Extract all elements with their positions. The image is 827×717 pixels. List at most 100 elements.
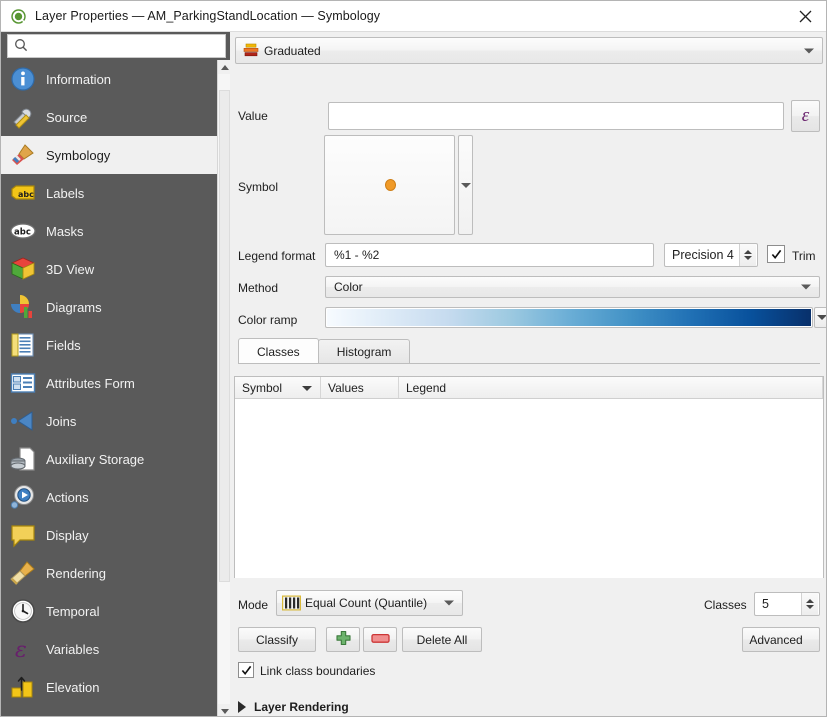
layer-rendering-label: Layer Rendering bbox=[254, 700, 349, 714]
sidebar-item-attributes-form[interactable]: Attributes Form bbox=[1, 364, 217, 402]
symbology-panel: Graduated Value ε Symbol Legend format %… bbox=[230, 32, 826, 716]
column-header-legend[interactable]: Legend bbox=[399, 377, 823, 398]
mode-combo[interactable]: Equal Count (Quantile) bbox=[276, 590, 463, 616]
delete-class-button[interactable] bbox=[363, 627, 397, 652]
sidebar-item-label: Variables bbox=[46, 641, 100, 657]
close-button[interactable] bbox=[782, 1, 826, 32]
advanced-button[interactable]: Advanced bbox=[742, 627, 820, 652]
tabbar-divider bbox=[238, 363, 820, 364]
add-class-button[interactable] bbox=[326, 627, 360, 652]
classes-count-label: Classes bbox=[704, 598, 747, 612]
sidebar-item-masks[interactable]: abc Masks bbox=[1, 212, 217, 250]
epsilon-icon: ε bbox=[801, 105, 810, 126]
precision-value: Precision 4 bbox=[672, 248, 734, 262]
sidebar-item-elevation[interactable]: Elevation bbox=[1, 668, 217, 706]
color-ramp-preview[interactable] bbox=[325, 307, 813, 328]
sidebar-item-diagrams[interactable]: Diagrams bbox=[1, 288, 217, 326]
column-header-symbol[interactable]: Symbol bbox=[235, 377, 321, 398]
plus-icon bbox=[335, 630, 352, 650]
sidebar-item-symbology[interactable]: Symbology bbox=[1, 136, 217, 174]
sidebar-item-3d-view[interactable]: 3D View bbox=[1, 250, 217, 288]
sidebar-item-actions[interactable]: Actions bbox=[1, 478, 217, 516]
sidebar-item-information[interactable]: Information bbox=[1, 60, 217, 98]
sidebar-item-variables[interactable]: ε Variables bbox=[1, 630, 217, 668]
masks-icon: abc bbox=[10, 218, 36, 244]
delete-all-button[interactable]: Delete All bbox=[402, 627, 482, 652]
sort-descending-icon bbox=[302, 385, 312, 391]
method-combo[interactable]: Color bbox=[325, 276, 820, 298]
classes-table-header: Symbol Values Legend bbox=[235, 377, 823, 399]
column-header-label: Symbol bbox=[242, 380, 283, 395]
classes-count-stepper[interactable] bbox=[801, 593, 818, 615]
sidebar-item-label: Labels bbox=[46, 185, 85, 201]
sidebar-item-rendering[interactable]: Rendering bbox=[1, 554, 217, 592]
variables-icon: ε bbox=[10, 636, 36, 662]
column-header-values[interactable]: Values bbox=[321, 377, 399, 398]
sidebar-item-temporal[interactable]: Temporal bbox=[1, 592, 217, 630]
sidebar-item-display[interactable]: Display bbox=[1, 516, 217, 554]
precision-spinbox[interactable]: Precision 4 bbox=[664, 243, 758, 267]
classify-button[interactable]: Classify bbox=[238, 627, 316, 652]
sidebar-item-auxiliary-storage[interactable]: Auxiliary Storage bbox=[1, 440, 217, 478]
renderer-type-combo[interactable]: Graduated bbox=[235, 37, 823, 64]
stepper-up-icon bbox=[744, 250, 752, 254]
svg-text:abc: abc bbox=[14, 228, 31, 238]
minus-icon bbox=[370, 633, 390, 647]
labels-icon: abc bbox=[10, 180, 36, 206]
display-icon bbox=[10, 522, 36, 548]
3d-view-icon bbox=[10, 256, 36, 282]
sidebar-item-label: Symbology bbox=[46, 147, 111, 163]
sidebar-item-label: Source bbox=[46, 109, 88, 125]
trim-checkbox[interactable] bbox=[767, 245, 785, 263]
sidebar-item-source[interactable]: Source bbox=[1, 98, 217, 136]
tab-classes[interactable]: Classes bbox=[238, 338, 319, 364]
classes-count-spinbox[interactable]: 5 bbox=[754, 592, 820, 616]
sidebar-item-labels[interactable]: abc Labels bbox=[1, 174, 217, 212]
symbol-dropdown-button[interactable] bbox=[458, 135, 473, 235]
sidebar-item-label: Rendering bbox=[46, 565, 106, 581]
title-bar: Layer Properties — AM_ParkingStandLocati… bbox=[1, 1, 826, 32]
link-class-boundaries-label: Link class boundaries bbox=[260, 664, 376, 678]
color-ramp-label: Color ramp bbox=[238, 313, 298, 327]
marker-symbol-icon bbox=[384, 179, 396, 191]
graduated-renderer-icon bbox=[242, 42, 260, 60]
legend-format-label: Legend format bbox=[238, 249, 316, 263]
precision-stepper[interactable] bbox=[739, 244, 756, 266]
symbol-preview[interactable] bbox=[324, 135, 455, 235]
sidebar-item-label: Temporal bbox=[46, 603, 100, 619]
layer-rendering-section[interactable]: Layer Rendering bbox=[238, 700, 349, 714]
color-ramp-dropdown-button[interactable] bbox=[814, 307, 826, 328]
tab-histogram[interactable]: Histogram bbox=[317, 339, 411, 364]
chevron-down-icon bbox=[444, 600, 454, 606]
symbology-tabbar: Classes Histogram bbox=[238, 338, 820, 364]
link-class-boundaries-checkbox[interactable] bbox=[238, 662, 254, 678]
sidebar-item-fields[interactable]: Fields bbox=[1, 326, 217, 364]
value-field-combo[interactable] bbox=[328, 102, 784, 130]
sidebar-item-label: Elevation bbox=[46, 679, 100, 695]
search-box[interactable] bbox=[7, 34, 226, 58]
classes-table[interactable]: Symbol Values Legend bbox=[234, 376, 824, 578]
legend-format-input-wrap[interactable] bbox=[325, 243, 654, 267]
value-row: Value bbox=[238, 102, 784, 130]
legend-format-input[interactable] bbox=[332, 247, 653, 263]
color-ramp-gradient bbox=[327, 309, 811, 326]
classes-table-body[interactable] bbox=[235, 399, 823, 578]
sidebar-item-label: 3D View bbox=[46, 261, 95, 277]
search-input[interactable] bbox=[33, 38, 213, 54]
joins-icon bbox=[10, 408, 36, 434]
sidebar-item-joins[interactable]: Joins bbox=[1, 402, 217, 440]
chevron-down-icon bbox=[804, 48, 814, 53]
elevation-icon bbox=[10, 674, 36, 700]
svg-text:ε: ε bbox=[15, 638, 27, 662]
sidebar-scrollbar[interactable] bbox=[217, 60, 231, 716]
svg-text:abc: abc bbox=[18, 190, 34, 199]
sidebar-item-label: Joins bbox=[46, 413, 77, 429]
column-header-label: Values bbox=[328, 380, 364, 395]
symbology-icon bbox=[10, 142, 36, 168]
scrollbar-thumb[interactable] bbox=[219, 90, 230, 582]
value-field-input[interactable] bbox=[335, 108, 783, 124]
temporal-icon bbox=[10, 598, 36, 624]
expression-builder-button[interactable]: ε bbox=[791, 100, 820, 132]
trim-label: Trim bbox=[792, 249, 816, 263]
sidebar-item-label: Display bbox=[46, 527, 89, 543]
